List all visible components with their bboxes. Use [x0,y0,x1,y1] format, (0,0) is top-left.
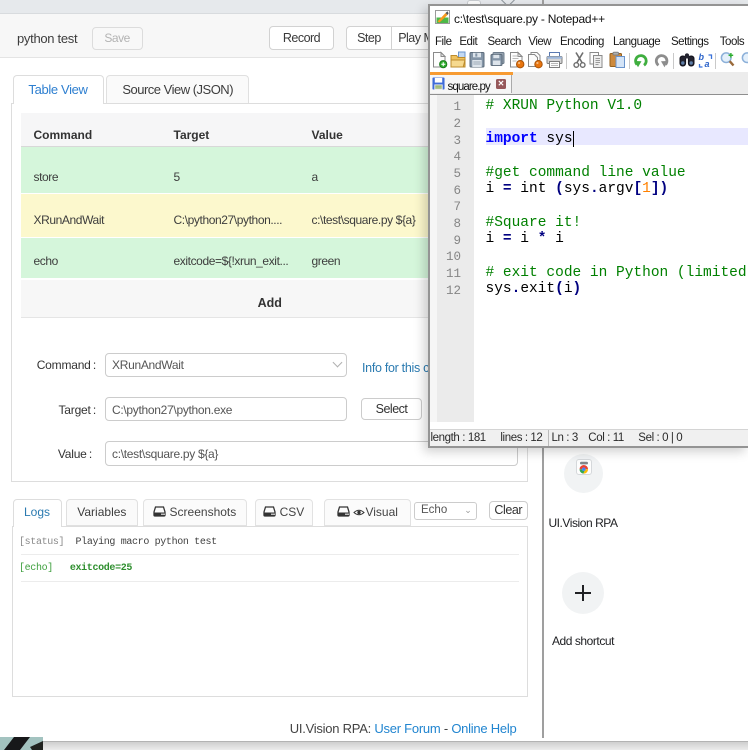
svg-text:a: a [704,59,709,69]
